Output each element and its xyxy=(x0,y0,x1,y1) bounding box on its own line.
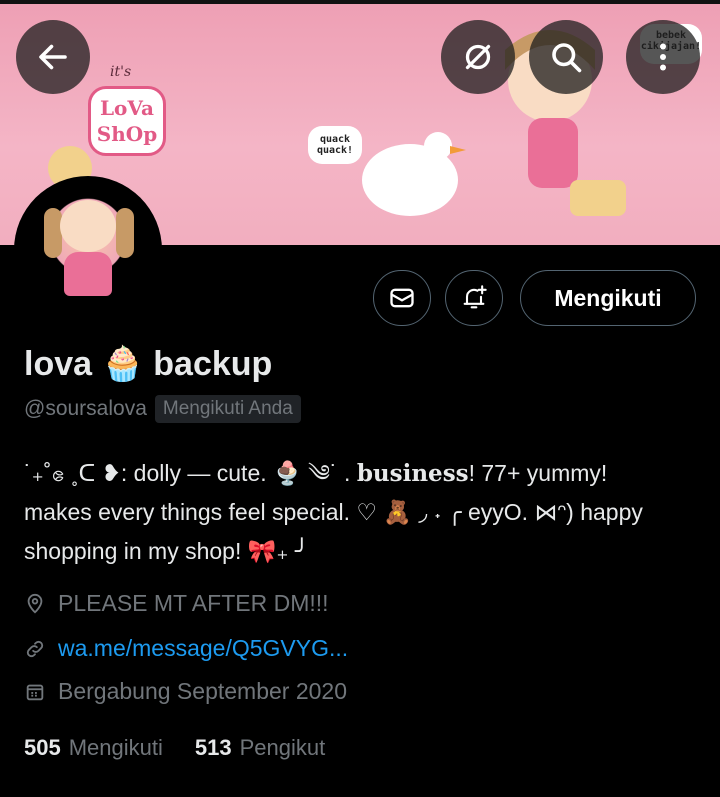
bio-line-3: shopping in my shop! 🎀₊ ╯ xyxy=(24,538,309,564)
joined-row: Bergabung September 2020 xyxy=(24,678,347,705)
avatar-image xyxy=(20,182,156,318)
follows-you-badge: Mengikuti Anda xyxy=(154,395,301,423)
back-button[interactable] xyxy=(16,20,90,94)
avatar[interactable] xyxy=(14,176,162,324)
search-button[interactable] xyxy=(529,20,603,94)
location-row: PLEASE MT AFTER DM!!! xyxy=(24,590,329,617)
bio-text-b: ! 77+ yummy! xyxy=(468,460,608,486)
location-pin-icon xyxy=(27,593,43,614)
following-stat[interactable]: 505 Mengikuti xyxy=(24,735,163,761)
calendar-icon xyxy=(26,684,44,700)
follow-stats: 505 Mengikuti 513 Pengikut xyxy=(24,735,357,761)
profile-name: lova 🧁 backup xyxy=(24,345,273,383)
mail-icon xyxy=(390,288,414,308)
arrow-left-icon xyxy=(39,44,67,70)
bio-line-1: ˙₊˚ဧ ˳ᑕ ❥: dolly — cute. 🍨 ༄˙ . business… xyxy=(24,454,704,493)
message-button[interactable] xyxy=(373,270,431,326)
followers-label: Pengikut xyxy=(239,735,326,760)
link-icon xyxy=(26,640,44,657)
bell-plus-icon xyxy=(463,285,487,309)
handle-row: @soursalova Mengikuti Anda xyxy=(24,395,301,423)
location-text: PLEASE MT AFTER DM!!! xyxy=(58,590,329,616)
profile-bio: ˙₊˚ဧ ˳ᑕ ❥: dolly — cute. 🍨 ༄˙ . business… xyxy=(24,454,704,571)
notify-button[interactable] xyxy=(445,270,503,326)
followers-stat[interactable]: 513 Pengikut xyxy=(195,735,325,761)
link-row: wa.me/message/Q5GVYG... xyxy=(24,635,348,662)
more-vertical-icon xyxy=(660,43,666,71)
profile-handle: @soursalova xyxy=(24,397,147,420)
following-button[interactable]: Mengikuti xyxy=(520,270,696,326)
more-button[interactable] xyxy=(626,20,700,94)
joined-text: Bergabung September 2020 xyxy=(58,678,347,704)
followers-count: 513 xyxy=(194,735,232,760)
following-count: 505 xyxy=(24,735,61,760)
profile-link[interactable]: wa.me/message/Q5GVYG... xyxy=(58,635,348,662)
grok-button[interactable] xyxy=(441,20,515,94)
bio-line-2: makes every things feel special. ♡ 🧸 ◞ ˖… xyxy=(24,499,643,525)
circle-slash-icon xyxy=(465,44,491,70)
search-icon xyxy=(552,43,582,73)
following-label: Mengikuti xyxy=(68,735,163,760)
bio-bold-text: business xyxy=(356,460,469,487)
bio-text-a: ˙₊˚ဧ ˳ᑕ ❥: dolly — cute. 🍨 ༄˙ . xyxy=(24,460,357,486)
